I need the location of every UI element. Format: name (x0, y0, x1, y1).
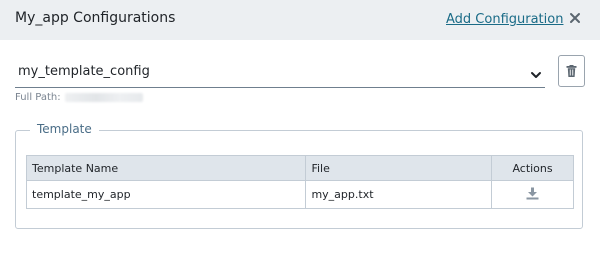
trash-icon (566, 65, 577, 77)
chevron-down-icon (530, 66, 542, 78)
delete-configuration-button[interactable] (558, 55, 585, 87)
file-cell: my_app.txt (305, 180, 493, 209)
template-legend: Template (30, 122, 99, 136)
actions-cell (491, 180, 574, 209)
full-path-value-redacted (64, 92, 143, 102)
table-header-row: Template Name File Actions (25, 155, 574, 181)
configuration-select[interactable]: my_template_config (15, 57, 545, 88)
column-header-actions: Actions (491, 155, 574, 181)
column-header-file: File (305, 155, 493, 181)
close-icon[interactable] (568, 10, 582, 26)
full-path: Full Path: (15, 92, 143, 103)
dialog-header: My_app Configurations Add Configuration (0, 0, 600, 40)
table-row: template_my_app my_app.txt (25, 180, 574, 209)
add-configuration-link[interactable]: Add Configuration (446, 12, 563, 27)
download-icon[interactable] (526, 187, 539, 203)
full-path-label: Full Path: (15, 92, 61, 103)
template-name-cell: template_my_app (25, 180, 307, 209)
configuration-select-value: my_template_config (18, 64, 150, 79)
template-table: Template Name File Actions template_my_a… (25, 155, 574, 209)
dialog-title: My_app Configurations (15, 10, 176, 26)
column-header-template-name: Template Name (25, 155, 307, 181)
template-fieldset: Template Template Name File Actions temp… (15, 122, 583, 229)
